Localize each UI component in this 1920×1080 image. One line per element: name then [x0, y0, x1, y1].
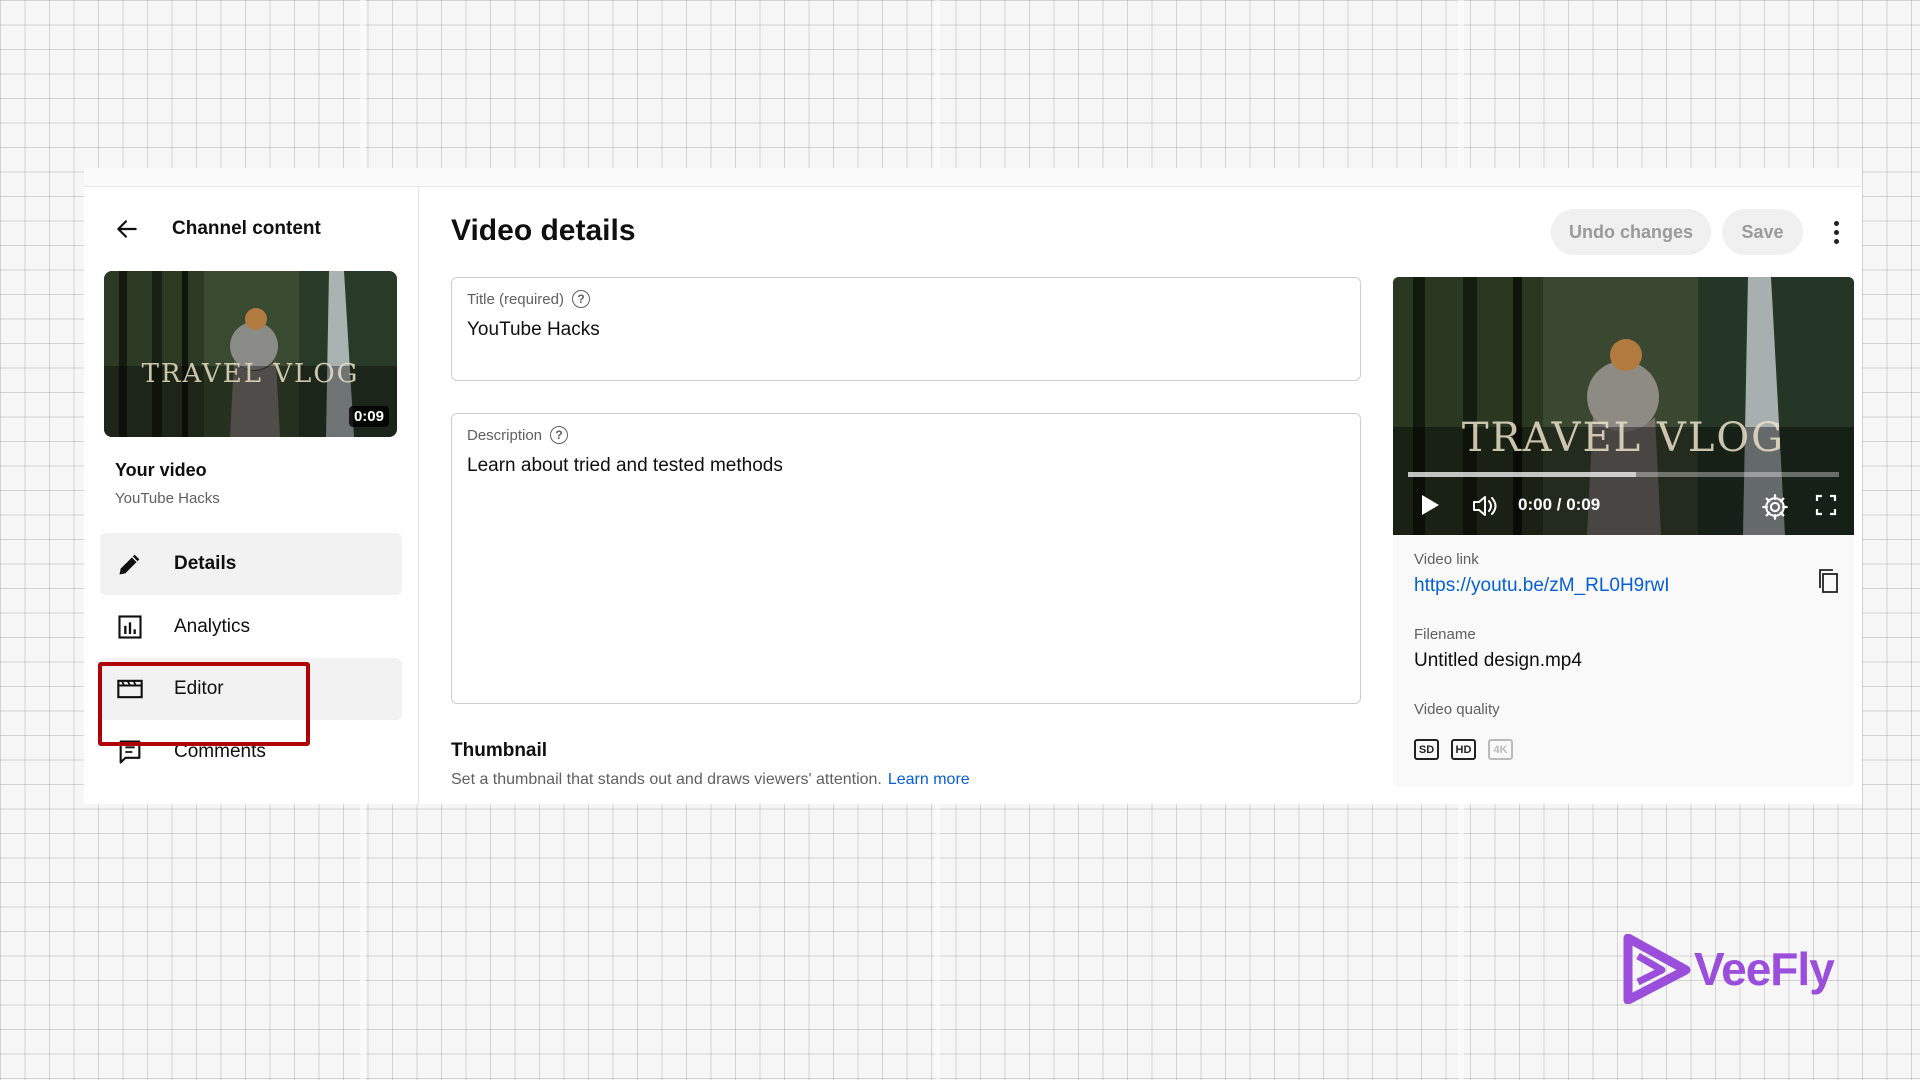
- description-field[interactable]: Description ? Learn about tried and test…: [451, 413, 1361, 704]
- logo-text: VeeFly: [1694, 943, 1835, 995]
- title-input[interactable]: YouTube Hacks: [467, 319, 600, 341]
- video-player[interactable]: TRAVEL VLOG 0:00 / 0:09: [1393, 277, 1854, 535]
- back-to-channel-content[interactable]: Channel content: [114, 216, 321, 242]
- your-video-title: YouTube Hacks: [115, 490, 220, 507]
- filename-value: Untitled design.mp4: [1414, 650, 1582, 671]
- 4k-badge: 4K: [1488, 739, 1513, 760]
- gear-icon[interactable]: [1761, 493, 1789, 521]
- description-label-text: Description: [467, 426, 543, 444]
- thumbnail-heading: Thumbnail: [451, 740, 548, 761]
- sidebar: Channel content TRAVEL VLOG 0:09 Your vi…: [84, 186, 419, 804]
- undo-changes-button[interactable]: Undo changes: [1551, 209, 1711, 255]
- sd-badge: SD: [1414, 739, 1439, 760]
- veefly-logo: VeeFly: [1622, 934, 1835, 1004]
- description-field-label: Description ?: [467, 426, 569, 444]
- duration-badge: 0:09: [348, 406, 389, 427]
- sidebar-item-details[interactable]: Details: [100, 533, 402, 595]
- player-overlay-text: TRAVEL VLOG: [1461, 415, 1786, 461]
- video-link[interactable]: https://youtu.be/zM_RL0H9rwI: [1414, 575, 1670, 597]
- pencil-icon: [119, 554, 140, 575]
- play-icon[interactable]: [1419, 493, 1441, 517]
- back-label[interactable]: Channel content: [172, 218, 321, 240]
- thumbnail-description: Set a thumbnail that stands out and draw…: [451, 771, 970, 789]
- sidebar-item-label: Analytics: [174, 616, 251, 637]
- sidebar-item-label: Details: [174, 553, 237, 574]
- title-label-text: Title (required): [467, 290, 564, 308]
- analytics-icon: [118, 615, 142, 639]
- panel-top-bar: [84, 168, 1862, 187]
- thumbnail-overlay-text: TRAVEL VLOG: [141, 359, 360, 389]
- title-field[interactable]: Title (required) ? YouTube Hacks: [451, 277, 1361, 381]
- progress-bar[interactable]: [1408, 472, 1839, 477]
- time-display: 0:00 / 0:09: [1518, 495, 1601, 514]
- arrow-left-icon[interactable]: [114, 216, 140, 242]
- learn-more-link[interactable]: Learn more: [888, 771, 970, 788]
- description-input[interactable]: Learn about tried and tested methods: [467, 455, 783, 477]
- fullscreen-icon[interactable]: [1814, 493, 1838, 517]
- filename-label: Filename: [1414, 626, 1476, 643]
- quality-badges: SD HD 4K: [1414, 739, 1513, 760]
- help-icon[interactable]: ?: [550, 426, 569, 444]
- hd-badge: HD: [1451, 739, 1476, 760]
- save-button[interactable]: Save: [1722, 209, 1803, 255]
- progress-buffer: [1408, 472, 1637, 477]
- more-options-icon[interactable]: [1824, 218, 1848, 246]
- copy-icon[interactable]: [1816, 567, 1840, 595]
- video-thumbnail[interactable]: TRAVEL VLOG 0:09: [104, 271, 397, 437]
- thumbnail-description-text: Set a thumbnail that stands out and draw…: [451, 771, 882, 788]
- editor-highlight-box: [98, 662, 310, 746]
- video-link-label: Video link: [1414, 551, 1479, 568]
- video-quality-label: Video quality: [1414, 701, 1500, 718]
- video-details-panel: Channel content TRAVEL VLOG 0:09 Your vi…: [84, 168, 1862, 804]
- your-video-label: Your video: [115, 460, 207, 480]
- page-title: Video details: [451, 214, 636, 247]
- video-preview-card: TRAVEL VLOG 0:00 / 0:09 Video link https…: [1393, 277, 1854, 787]
- title-field-label: Title (required) ?: [467, 290, 590, 308]
- sidebar-item-analytics[interactable]: Analytics: [100, 596, 402, 658]
- help-icon[interactable]: ?: [571, 290, 590, 308]
- veefly-logo-icon: [1623, 934, 1691, 1004]
- volume-icon[interactable]: [1471, 493, 1499, 519]
